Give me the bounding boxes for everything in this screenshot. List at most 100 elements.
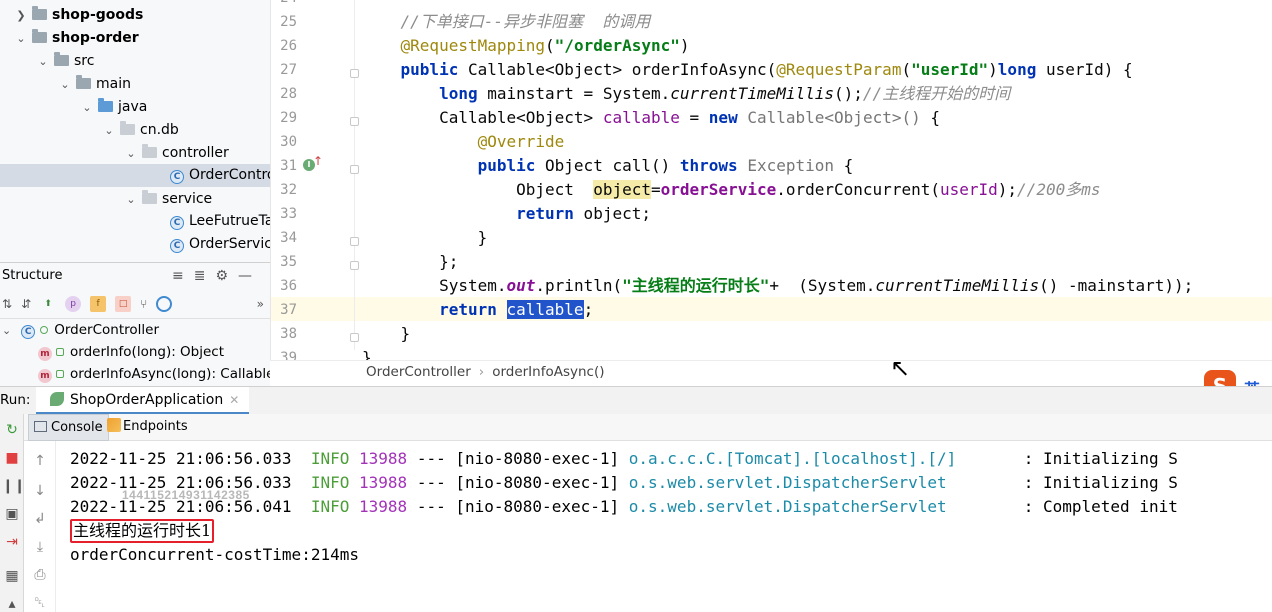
tab-console[interactable]: Console [28,414,109,441]
soft-wrap-icon[interactable]: ↲ [32,511,48,527]
structure-item-orderinfoasync[interactable]: m orderInfoAsync(long): Callable [0,363,270,385]
tree-item-shop-goods[interactable]: ❯ shop-goods [14,4,143,27]
camera-icon[interactable]: ▣ [2,504,22,524]
arrow-down-icon[interactable]: ↓ [32,483,48,499]
chevron-down-icon[interactable]: ⌄ [36,50,50,73]
source-folder-icon [98,98,113,112]
arrow-up-icon[interactable]: ↑ [32,453,48,469]
public-icon [56,348,64,356]
trash-icon[interactable]: ␡ [32,595,48,611]
sort-alpha-icon[interactable]: ⇵ [21,297,31,311]
watermark-text: 144115214931142385 [122,488,250,502]
code-line-25: //下单接口--异步非阻塞 的调用 [362,12,651,31]
pause-icon[interactable]: ❙❙ [2,476,25,496]
gear-icon[interactable]: ⚙ [215,268,238,284]
chevron-down-icon[interactable]: ⌄ [14,27,28,50]
structure-title: Structure [2,268,63,283]
spring-leaf-icon [50,392,64,406]
chevron-down-icon[interactable]: ⌄ [58,73,72,96]
structure-item-orderinfo[interactable]: m orderInfo(long): Object [0,341,270,363]
class-icon: C [170,239,184,253]
tree-item-main[interactable]: ⌄ main [58,73,131,96]
chevron-right-icon[interactable]: ❯ [14,4,28,27]
line-number: 36 [280,278,297,294]
minimize-icon[interactable]: — [238,268,262,284]
fold-marker[interactable] [350,69,359,78]
non-public-icon[interactable]: □ [115,295,132,312]
line-number: 37 [280,302,297,318]
endpoints-icon [107,418,121,432]
line-number: 35 [280,254,297,270]
expand-all-icon[interactable]: ≡ [172,268,194,284]
code-line-33: return object; [516,204,651,223]
chevron-down-icon[interactable]: ⌄ [124,188,138,211]
sort-by-type-icon[interactable]: ⇅ [2,297,12,311]
project-tree: ❯ shop-goods ⌄ shop-order ⌄ src ⌄ main ⌄ java… [0,0,270,262]
fold-marker[interactable] [350,261,359,270]
collapse-all-icon[interactable]: ≣ [194,268,216,284]
code-line-32: Object object=orderService.orderConcurre… [362,180,1101,199]
stop-icon[interactable]: ■ [2,448,22,468]
tree-item-orderservice[interactable]: COrderService [166,233,270,256]
tree-item-controller[interactable]: ⌄ controller [124,142,229,165]
code-line-39: } [362,348,372,360]
module-folder-icon [32,29,47,43]
fold-marker[interactable] [350,237,359,246]
print-icon[interactable]: ⎙ [32,567,48,583]
method-icon: m [38,369,52,383]
tree-item-shop-order[interactable]: ⌄ shop-order [14,27,139,50]
class-icon: C [170,216,184,230]
run-tab-shoporderapplication[interactable]: ShopOrderApplication ✕ [36,387,250,415]
line-number: 32 [280,182,297,198]
tab-endpoints[interactable]: Endpoints [102,414,193,441]
more-icon[interactable]: » [257,297,264,311]
line-number: 31 [280,158,297,174]
line-number: 24 [271,0,297,6]
fold-marker[interactable] [350,117,359,126]
log-line-costtime: orderConcurrent-costTime:214ms [70,545,359,564]
breadcrumb: OrderController › orderInfoAsync() [270,360,1272,384]
fold-marker[interactable] [350,165,359,174]
exit-icon[interactable]: ⇥ [2,532,22,552]
tree-item-java[interactable]: ⌄ java [80,96,147,119]
chevron-down-icon[interactable]: ⌄ [80,96,94,119]
close-icon[interactable]: ✕ [229,393,239,407]
layout-icon[interactable]: ▦ [2,566,22,586]
breadcrumb-separator-icon: › [478,364,485,380]
fold-marker[interactable] [350,333,359,342]
code-line-35: }; [362,252,459,271]
tree-item-leefutruetask[interactable]: CLeeFutrueTas [166,210,270,233]
structure-toolbar: ⇅ ⇵ ⬆ p f □ ⑂ » [0,289,270,319]
chevron-down-icon[interactable]: ⌄ [2,324,11,337]
lambdas-icon[interactable] [156,295,173,312]
fields-icon[interactable]: f [90,295,107,312]
structure-header: Structure ≡≣⚙— [0,263,270,289]
anonymous-classes-icon[interactable]: ⑂ [140,297,147,311]
properties-icon[interactable]: p [65,295,82,312]
code-line-26: @RequestMapping("/orderAsync") [400,36,690,55]
log-line: 2022-11-25 21:06:56.033 INFO 13988 --- [… [70,449,1178,468]
pin-icon[interactable]: ▴ [2,594,22,612]
code-line-34: } [362,228,488,247]
structure-panel: Structure ≡≣⚙— ⇅ ⇵ ⬆ p f □ ⑂ » ⌄ C OrderCo… [0,262,270,386]
line-number: 38 [280,326,297,342]
tree-item-cn-db[interactable]: ⌄ cn.db [102,119,179,142]
folder-icon [54,52,69,66]
tree-item-service[interactable]: ⌄ service [124,188,212,211]
structure-root[interactable]: ⌄ C OrderController [0,319,270,341]
public-icon [40,326,49,334]
code-editor[interactable]: //下单接口--异步非阻塞 的调用 @RequestMapping("/orde… [362,0,1272,360]
inherited-icon[interactable]: ⬆ [40,296,56,312]
chevron-down-icon[interactable]: ⌄ [124,142,138,165]
tree-item-ordercontroller[interactable]: C OrderContro [0,164,270,187]
breadcrumb-class[interactable]: OrderController [366,364,471,380]
scroll-to-end-icon[interactable]: ⤓ [32,539,48,555]
arrow-up-icon: ↑ [313,154,324,168]
rerun-icon[interactable]: ↻ [2,420,22,440]
run-label: Run: [0,392,31,408]
console-output[interactable]: 2022-11-25 21:06:56.033 INFO 13988 --- [… [56,441,1272,612]
package-icon [142,190,157,204]
tree-item-src[interactable]: ⌄ src [36,50,94,73]
chevron-down-icon[interactable]: ⌄ [102,119,116,142]
breadcrumb-method[interactable]: orderInfoAsync() [492,364,604,380]
